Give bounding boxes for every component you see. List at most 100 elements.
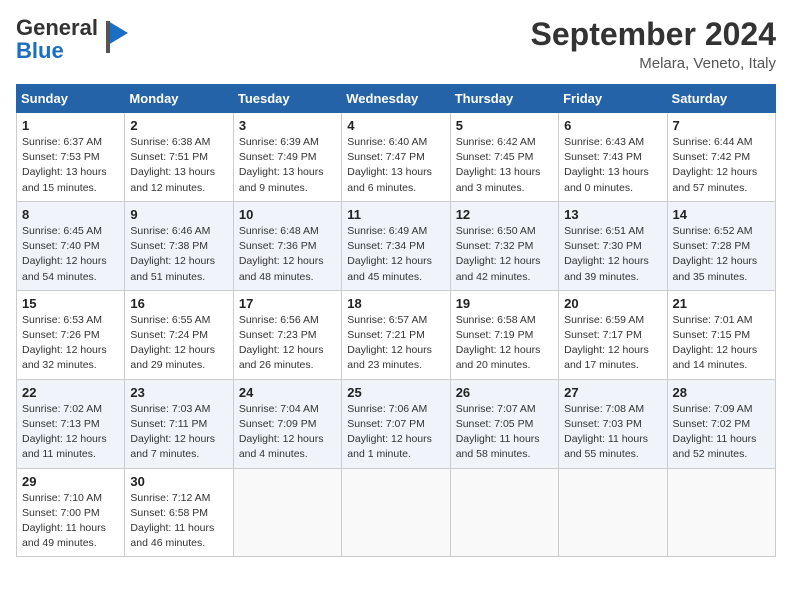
day-number: 12: [456, 207, 553, 222]
day-number: 2: [130, 118, 227, 133]
day-info: Sunrise: 6:37 AM Sunset: 7:53 PM Dayligh…: [22, 135, 119, 196]
day-number: 16: [130, 296, 227, 311]
day-number: 25: [347, 385, 444, 400]
day-info: Sunrise: 7:07 AM Sunset: 7:05 PM Dayligh…: [456, 402, 553, 463]
calendar-cell: [233, 468, 341, 557]
calendar-cell: 13Sunrise: 6:51 AM Sunset: 7:30 PM Dayli…: [559, 201, 667, 290]
calendar-cell: [667, 468, 775, 557]
day-number: 6: [564, 118, 661, 133]
day-info: Sunrise: 6:44 AM Sunset: 7:42 PM Dayligh…: [673, 135, 770, 196]
calendar-week-row: 8Sunrise: 6:45 AM Sunset: 7:40 PM Daylig…: [17, 201, 776, 290]
day-info: Sunrise: 7:09 AM Sunset: 7:02 PM Dayligh…: [673, 402, 770, 463]
day-number: 19: [456, 296, 553, 311]
weekday-header-sunday: Sunday: [17, 85, 125, 113]
day-info: Sunrise: 6:38 AM Sunset: 7:51 PM Dayligh…: [130, 135, 227, 196]
day-number: 20: [564, 296, 661, 311]
calendar-cell: 19 Sunrise: 6:58 AM Sunset: 7:19 PM Dayli…: [450, 290, 558, 379]
location: Melara, Veneto, Italy: [531, 55, 776, 72]
day-number: 24: [239, 385, 336, 400]
day-info: Sunrise: 7:02 AM Sunset: 7:13 PM Dayligh…: [22, 402, 119, 463]
calendar-cell: 16 Sunrise: 6:55 AM Sunset: 7:24 PM Dayli…: [125, 290, 233, 379]
day-info: Sunrise: 6:43 AM Sunset: 7:43 PM Dayligh…: [564, 135, 661, 196]
calendar-cell: 25Sunrise: 7:06 AM Sunset: 7:07 PM Dayli…: [342, 379, 450, 468]
weekday-header-tuesday: Tuesday: [233, 85, 341, 113]
calendar-cell: 18Sunrise: 6:57 AM Sunset: 7:21 PM Dayli…: [342, 290, 450, 379]
day-number: 7: [673, 118, 770, 133]
day-info: Sunrise: 6:40 AM Sunset: 7:47 PM Dayligh…: [347, 135, 444, 196]
day-number: 1: [22, 118, 119, 133]
calendar-cell: 11 Sunrise: 6:49 AM Sunset: 7:34 PM Dayli…: [342, 201, 450, 290]
calendar-cell: 12 Sunrise: 6:50 AM Sunset: 7:32 PM Dayli…: [450, 201, 558, 290]
calendar-cell: 10Sunrise: 6:48 AM Sunset: 7:36 PM Dayli…: [233, 201, 341, 290]
day-number: 23: [130, 385, 227, 400]
day-number: 21: [673, 296, 770, 311]
day-info: Sunrise: 6:46 AM Sunset: 7:38 PM Dayligh…: [130, 224, 227, 285]
calendar-cell: 30 Sunrise: 7:12 AM Sunset: 6:58 PM Dayli…: [125, 468, 233, 557]
day-number: 3: [239, 118, 336, 133]
day-number: 4: [347, 118, 444, 133]
calendar-cell: 7 Sunrise: 6:44 AM Sunset: 7:42 PM Daylig…: [667, 113, 775, 202]
day-number: 11: [347, 207, 444, 222]
day-info: Sunrise: 6:59 AM Sunset: 7:17 PM Dayligh…: [564, 313, 661, 374]
day-info: Sunrise: 6:56 AM Sunset: 7:23 PM Dayligh…: [239, 313, 336, 374]
calendar-table: SundayMondayTuesdayWednesdayThursdayFrid…: [16, 84, 776, 557]
calendar-cell: 27Sunrise: 7:08 AM Sunset: 7:03 PM Dayli…: [559, 379, 667, 468]
logo-blue: Blue: [16, 39, 98, 62]
calendar-cell: 24 Sunrise: 7:04 AM Sunset: 7:09 PM Dayli…: [233, 379, 341, 468]
day-info: Sunrise: 6:48 AM Sunset: 7:36 PM Dayligh…: [239, 224, 336, 285]
month-title: September 2024: [531, 16, 776, 53]
day-info: Sunrise: 7:12 AM Sunset: 6:58 PM Dayligh…: [130, 491, 227, 552]
calendar-cell: 2 Sunrise: 6:38 AM Sunset: 7:51 PM Daylig…: [125, 113, 233, 202]
day-info: Sunrise: 7:04 AM Sunset: 7:09 PM Dayligh…: [239, 402, 336, 463]
day-info: Sunrise: 6:57 AM Sunset: 7:21 PM Dayligh…: [347, 313, 444, 374]
day-info: Sunrise: 7:01 AM Sunset: 7:15 PM Dayligh…: [673, 313, 770, 374]
day-info: Sunrise: 6:42 AM Sunset: 7:45 PM Dayligh…: [456, 135, 553, 196]
day-info: Sunrise: 7:08 AM Sunset: 7:03 PM Dayligh…: [564, 402, 661, 463]
day-info: Sunrise: 7:03 AM Sunset: 7:11 PM Dayligh…: [130, 402, 227, 463]
calendar-cell: 28Sunrise: 7:09 AM Sunset: 7:02 PM Dayli…: [667, 379, 775, 468]
calendar-cell: 14Sunrise: 6:52 AM Sunset: 7:28 PM Dayli…: [667, 201, 775, 290]
calendar-cell: 29 Sunrise: 7:10 AM Sunset: 7:00 PM Dayli…: [17, 468, 125, 557]
logo-flag-icon: [102, 19, 130, 55]
calendar-week-row: 22 Sunrise: 7:02 AM Sunset: 7:13 PM Dayli…: [17, 379, 776, 468]
calendar-cell: [450, 468, 558, 557]
day-number: 8: [22, 207, 119, 222]
day-number: 29: [22, 474, 119, 489]
calendar-week-row: 29 Sunrise: 7:10 AM Sunset: 7:00 PM Dayli…: [17, 468, 776, 557]
calendar-cell: 21 Sunrise: 7:01 AM Sunset: 7:15 PM Dayli…: [667, 290, 775, 379]
calendar-cell: 5 Sunrise: 6:42 AM Sunset: 7:45 PM Daylig…: [450, 113, 558, 202]
day-number: 9: [130, 207, 227, 222]
calendar-cell: 4 Sunrise: 6:40 AM Sunset: 7:47 PM Daylig…: [342, 113, 450, 202]
calendar-cell: 17Sunrise: 6:56 AM Sunset: 7:23 PM Dayli…: [233, 290, 341, 379]
day-number: 5: [456, 118, 553, 133]
calendar-cell: [342, 468, 450, 557]
weekday-header-monday: Monday: [125, 85, 233, 113]
day-number: 22: [22, 385, 119, 400]
day-info: Sunrise: 6:50 AM Sunset: 7:32 PM Dayligh…: [456, 224, 553, 285]
calendar-cell: [559, 468, 667, 557]
day-info: Sunrise: 6:58 AM Sunset: 7:19 PM Dayligh…: [456, 313, 553, 374]
calendar-week-row: 15Sunrise: 6:53 AM Sunset: 7:26 PM Dayli…: [17, 290, 776, 379]
calendar-cell: 15Sunrise: 6:53 AM Sunset: 7:26 PM Dayli…: [17, 290, 125, 379]
day-number: 15: [22, 296, 119, 311]
day-info: Sunrise: 6:51 AM Sunset: 7:30 PM Dayligh…: [564, 224, 661, 285]
calendar-header-row: SundayMondayTuesdayWednesdayThursdayFrid…: [17, 85, 776, 113]
calendar-cell: 9 Sunrise: 6:46 AM Sunset: 7:38 PM Daylig…: [125, 201, 233, 290]
day-number: 30: [130, 474, 227, 489]
calendar-cell: 6 Sunrise: 6:43 AM Sunset: 7:43 PM Daylig…: [559, 113, 667, 202]
calendar-cell: 20 Sunrise: 6:59 AM Sunset: 7:17 PM Dayli…: [559, 290, 667, 379]
title-block: September 2024 Melara, Veneto, Italy: [531, 16, 776, 72]
day-number: 26: [456, 385, 553, 400]
day-info: Sunrise: 7:10 AM Sunset: 7:00 PM Dayligh…: [22, 491, 119, 552]
calendar-cell: 23 Sunrise: 7:03 AM Sunset: 7:11 PM Dayli…: [125, 379, 233, 468]
calendar-cell: 8Sunrise: 6:45 AM Sunset: 7:40 PM Daylig…: [17, 201, 125, 290]
day-number: 14: [673, 207, 770, 222]
calendar-cell: 1 Sunrise: 6:37 AM Sunset: 7:53 PM Daylig…: [17, 113, 125, 202]
calendar-week-row: 1 Sunrise: 6:37 AM Sunset: 7:53 PM Daylig…: [17, 113, 776, 202]
page-header: General Blue September 2024 Melara, Vene…: [16, 16, 776, 72]
day-info: Sunrise: 6:55 AM Sunset: 7:24 PM Dayligh…: [130, 313, 227, 374]
day-info: Sunrise: 6:49 AM Sunset: 7:34 PM Dayligh…: [347, 224, 444, 285]
logo-general: General: [16, 16, 98, 39]
day-info: Sunrise: 6:39 AM Sunset: 7:49 PM Dayligh…: [239, 135, 336, 196]
weekday-header-thursday: Thursday: [450, 85, 558, 113]
